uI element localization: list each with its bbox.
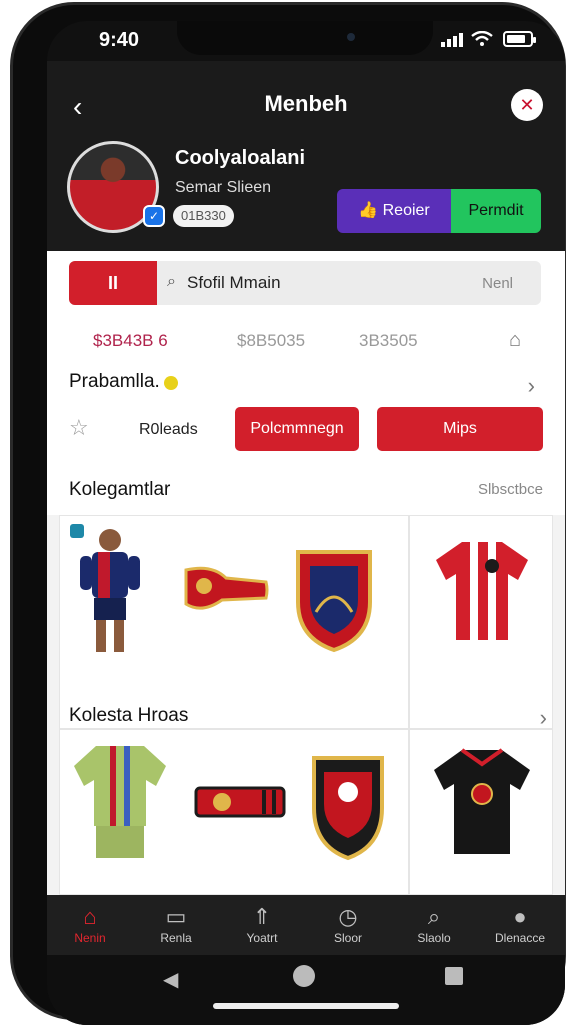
nav-label: Slaolo [417,931,451,945]
price-2: $8B5035 [237,331,306,350]
screen: 9:40 ‹ Menbeh ✕ ✓ Coolyaloalani Semar Sl… [47,21,565,1025]
price-row: $3B43B 6 $8B5035 3B3505 ⌂ [69,321,541,351]
battery-icon [503,31,536,47]
price-1: $3B43B 6 [93,331,168,350]
scarf-item [184,566,269,610]
content-panel: II ⌕ Sfofil Mmain Nenl $3B43B 6 $8B5035 … [47,251,565,535]
product-card[interactable] [59,515,409,729]
tab-bar: II ⌕ Sfofil Mmain Nenl [69,261,541,305]
chevron-right-icon: › [527,373,535,398]
nav-item-3[interactable]: ⇑ Yoatrt [219,903,305,945]
profile-header: ‹ Menbeh ✕ ✓ Coolyaloalani Semar Slieen … [47,61,565,251]
tag-icon [70,524,84,538]
verified-icon: ✓ [143,205,165,227]
nav-item-6[interactable]: ● Dlenacce [477,903,563,945]
secondary-button[interactable]: Permdit [451,189,541,233]
profile-badge: 01B330 [173,205,234,227]
tab-next[interactable]: Nenl [482,275,513,292]
crest-item [296,550,372,653]
nav-label: Renla [160,931,192,945]
phone-frame: 9:40 ‹ Menbeh ✕ ✓ Coolyaloalani Semar Sl… [10,2,566,1025]
search-icon: ⌕ [427,904,441,929]
reloads-label[interactable]: R0leads [139,421,198,439]
system-back-icon[interactable]: ◀ [163,967,178,992]
nav-label: Nenin [74,931,106,945]
search-icon: ⌕ [167,273,176,290]
profile-subtitle: Semar Slieen [175,179,272,196]
product-card[interactable] [409,729,553,895]
tab-active[interactable]: II [69,261,157,305]
badge-icon [164,375,179,390]
home-indicator[interactable] [213,1003,399,1009]
bottom-nav: ⌂ Nenin ▭ Renla ⇑ Yoatrt ◷ Sloor ⌕ Slaol… [47,895,565,955]
nav-item-2[interactable]: ▭ Renla [133,903,219,945]
thumbs-up-icon: 👍 [358,202,383,219]
action-button-2[interactable]: Mips [377,407,543,451]
status-bar: 9:40 [47,21,565,61]
profile-row[interactable]: Prabamlla. › [69,371,541,401]
kit-item [74,746,166,858]
tower-icon: ⇑ [252,904,272,929]
product-grid: Kolesta Hroas › [47,515,565,895]
scarf-item-2 [194,786,286,818]
signal-icon [441,33,463,47]
page-title: Menbeh [264,91,348,116]
nav-label: Yoatrt [246,931,278,945]
wifi-icon [471,31,493,46]
product-card[interactable] [59,729,409,895]
profile-row-label: Prabamlla. [69,371,160,392]
system-nav: ◀ [47,955,565,1025]
nav-item-home[interactable]: ⌂ Nenin [47,903,133,945]
price-3: 3B3505 [359,331,418,350]
profile-icon: ● [513,904,527,929]
club-logo-icon[interactable]: ✕ [511,89,543,121]
chevron-right-icon[interactable]: › [540,705,547,731]
status-time: 9:40 [99,29,140,51]
jersey-black [434,748,530,854]
player-figure [80,529,140,652]
action-button-1[interactable]: Polcmmnegn [235,407,359,451]
system-recent-icon[interactable] [445,967,463,985]
nav-label: Dlenacce [494,931,546,945]
monitor-icon: ▭ [165,904,187,929]
system-home-icon[interactable] [293,965,315,987]
nav-label: Sloor [333,931,362,945]
crest-item-2 [312,756,384,861]
grid-title: Kolesta Hroas [69,705,189,726]
home-icon: ⌂ [83,904,97,929]
primary-button-label: Reoier [382,202,430,219]
clock-icon: ◷ [338,904,358,929]
product-card[interactable] [409,515,553,729]
profile-name: Coolyaloalani [175,147,306,169]
nav-item-4[interactable]: ◷ Sloor [305,903,391,945]
primary-button[interactable]: 👍 Reoier [337,189,451,233]
star-icon[interactable]: ☆ [69,415,89,441]
section-title: Kolegamtlar [69,479,171,500]
nav-item-5[interactable]: ⌕ Slaolo [391,903,477,945]
tag-icon[interactable]: ⌂ [509,329,521,352]
jersey-red [436,542,528,640]
tab-search[interactable]: Sfofil Mmain [187,273,281,293]
section-action[interactable]: Slbsctbce [478,481,543,498]
